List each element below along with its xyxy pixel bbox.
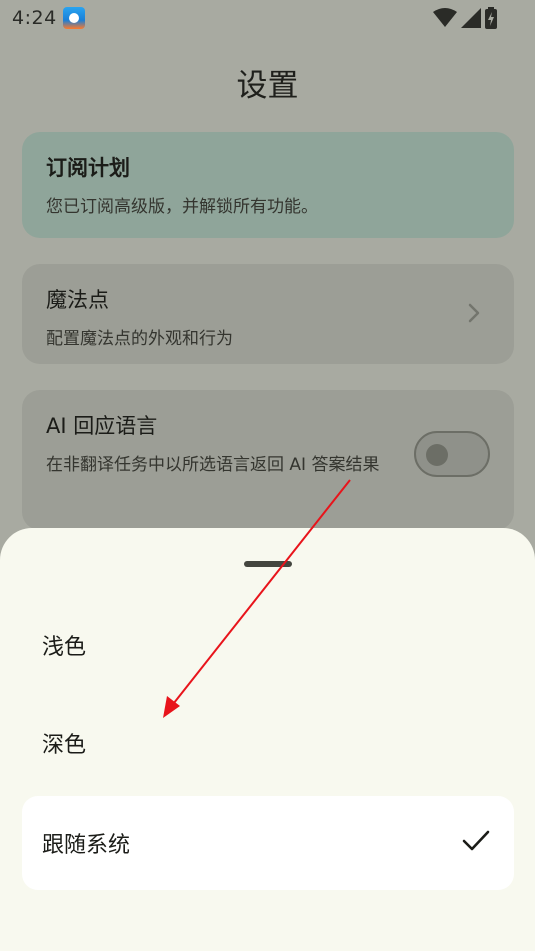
page-title: 设置	[236, 68, 299, 104]
ai-language-toggle[interactable]	[414, 431, 490, 477]
status-bar: 4:24	[0, 0, 535, 36]
check-icon	[462, 830, 490, 851]
theme-option-label: 浅色	[42, 635, 87, 660]
status-time: 4:24	[12, 7, 57, 29]
signal-icon	[461, 8, 481, 28]
theme-option-system[interactable]: 跟随系统	[22, 796, 514, 890]
magic-dot-title: 魔法点	[46, 288, 109, 312]
status-icons	[433, 7, 497, 29]
theme-option-label: 深色	[42, 733, 87, 758]
subscription-description: 您已订阅高级版，并解锁所有功能。	[46, 197, 318, 217]
theme-option-label: 跟随系统	[42, 833, 131, 858]
toggle-knob	[426, 444, 448, 466]
subscription-card[interactable]: 订阅计划 您已订阅高级版，并解锁所有功能。	[22, 132, 514, 238]
theme-option-light[interactable]: 浅色	[22, 598, 514, 692]
drag-handle[interactable]	[244, 561, 292, 567]
magic-dot-description: 配置魔法点的外观和行为	[46, 329, 233, 349]
ai-language-description: 在非翻译任务中以所选语言返回 AI 答案结果	[46, 455, 380, 475]
ai-language-setting: AI 回应语言 在非翻译任务中以所选语言返回 AI 答案结果	[22, 390, 514, 530]
theme-bottom-sheet: 浅色 深色 跟随系统	[0, 528, 535, 951]
battery-charging-icon	[485, 7, 497, 29]
subscription-title: 订阅计划	[46, 156, 130, 180]
chevron-right-icon	[468, 303, 480, 323]
magic-dot-setting[interactable]: 魔法点 配置魔法点的外观和行为	[22, 264, 514, 364]
app-notification-icon	[62, 7, 85, 29]
theme-option-dark[interactable]: 深色	[22, 696, 514, 790]
wifi-icon	[433, 8, 457, 27]
